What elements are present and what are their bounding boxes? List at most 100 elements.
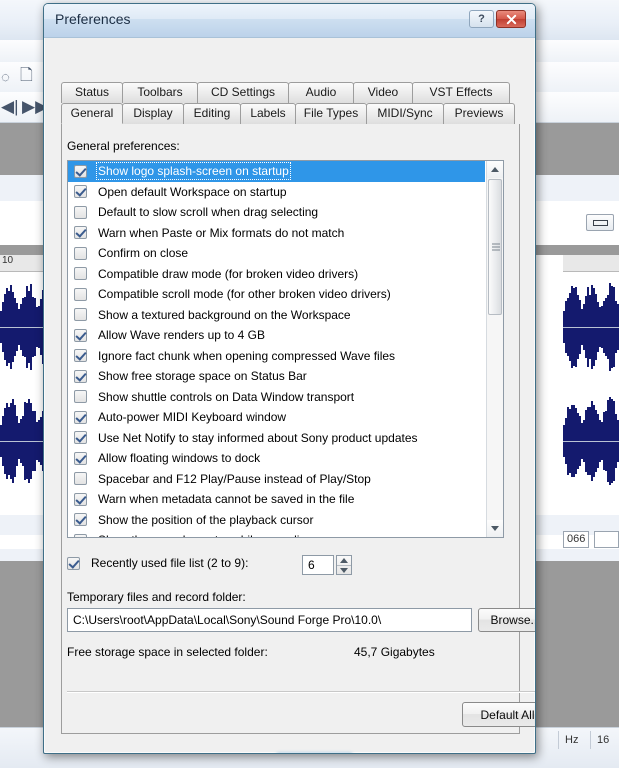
browse-button[interactable]: Browse... <box>478 608 535 632</box>
preference-option-row[interactable]: Spacebar and F12 Play/Pause instead of P… <box>68 469 485 490</box>
checkbox-unchecked-icon[interactable] <box>74 472 87 486</box>
tab-label: Toolbars <box>137 85 183 99</box>
preference-option-label: Show free storage space on Status Bar <box>98 369 307 384</box>
tab-labels[interactable]: Labels <box>240 103 296 124</box>
tab-label: Status <box>74 85 110 99</box>
recent-files-stepper-value[interactable]: 6 <box>302 555 334 575</box>
checkbox-unchecked-icon[interactable] <box>74 390 87 404</box>
preference-option-label: Show the record counter while recording <box>98 533 313 537</box>
status-sample-rate: Hz <box>558 731 590 749</box>
checkbox-unchecked-icon[interactable] <box>74 308 87 322</box>
checkbox-checked-icon[interactable] <box>74 328 87 342</box>
checkbox-unchecked-icon[interactable] <box>74 287 87 301</box>
checkbox-checked-icon[interactable] <box>74 451 87 465</box>
tab-vst-effects[interactable]: VST Effects <box>412 82 510 103</box>
preference-option-label: Spacebar and F12 Play/Pause instead of P… <box>98 471 371 486</box>
preference-option-label: Confirm on close <box>98 246 189 261</box>
checkbox-checked-icon[interactable] <box>74 349 87 363</box>
preference-option-row[interactable]: Open default Workspace on startup <box>68 182 485 203</box>
media-open-icon[interactable]: ◌ <box>1 70 10 85</box>
divider <box>67 691 535 693</box>
stepper-down-button[interactable] <box>337 566 351 575</box>
tab-general[interactable]: General <box>61 103 123 124</box>
preference-option-row[interactable]: Allow Wave renders up to 4 GB <box>68 325 485 346</box>
tab-status[interactable]: Status <box>61 82 123 103</box>
preference-option-row[interactable]: Confirm on close <box>68 243 485 264</box>
tab-display[interactable]: Display <box>122 103 184 124</box>
recent-files-row[interactable]: Recently used file list (2 to 9): <box>67 556 248 570</box>
preference-option-row[interactable]: Show the position of the playback cursor <box>68 510 485 531</box>
tab-midi-sync[interactable]: MIDI/Sync <box>366 103 444 124</box>
dialog-title-bar[interactable]: Preferences ? <box>44 4 535 38</box>
checkbox-checked-icon[interactable] <box>74 164 87 178</box>
checkbox-checked-icon[interactable] <box>74 431 87 445</box>
chevron-up-icon <box>491 167 499 172</box>
tab-label: Display <box>133 106 173 120</box>
preference-option-row[interactable]: Allow floating windows to dock <box>68 448 485 469</box>
tab-label: VST Effects <box>429 85 493 99</box>
checkbox-checked-icon[interactable] <box>74 226 87 240</box>
preference-option-label: Open default Workspace on startup <box>98 184 287 199</box>
checkbox-checked-icon[interactable] <box>74 513 87 527</box>
free-space-label: Free storage space in selected folder: <box>67 645 268 659</box>
scrollbar-thumb[interactable] <box>488 179 502 315</box>
checkbox-unchecked-icon[interactable] <box>74 267 87 281</box>
preference-option-row[interactable]: Warn when metadata cannot be saved in th… <box>68 489 485 510</box>
preference-option-row[interactable]: Compatible scroll mode (for other broken… <box>68 284 485 305</box>
app-position-field[interactable]: 066 <box>563 531 589 548</box>
checkbox-unchecked-icon[interactable] <box>74 246 87 260</box>
checkbox-checked-icon[interactable] <box>74 492 87 506</box>
preference-option-label: Use Net Notify to stay informed about So… <box>98 430 418 445</box>
preference-option-row[interactable]: Show logo splash-screen on startup <box>68 161 485 182</box>
free-space-value: 45,7 Gigabytes <box>354 645 435 659</box>
checkbox-checked-icon[interactable] <box>74 185 87 199</box>
preference-option-row[interactable]: Use Net Notify to stay informed about So… <box>68 428 485 449</box>
checkbox-checked-icon[interactable] <box>74 533 87 537</box>
restore-window-icon[interactable] <box>586 214 614 231</box>
preference-option-row[interactable]: Compatible draw mode (for broken video d… <box>68 264 485 285</box>
tab-editing[interactable]: Editing <box>183 103 241 124</box>
media-new-icon[interactable]: 🗋 <box>20 68 33 84</box>
preference-option-label: Ignore fact chunk when opening compresse… <box>98 348 396 363</box>
preference-option-row[interactable]: Show free storage space on Status Bar <box>68 366 485 387</box>
recent-files-stepper-buttons[interactable] <box>336 555 352 575</box>
tab-file-types[interactable]: File Types <box>295 103 367 124</box>
dialog-title: Preferences <box>55 11 131 27</box>
temp-folder-label: Temporary files and record folder: <box>67 590 246 604</box>
recent-files-checkbox[interactable] <box>67 556 80 570</box>
list-scrollbar[interactable] <box>486 161 503 537</box>
ok-button[interactable]: Aceptar <box>276 753 353 754</box>
checkbox-checked-icon[interactable] <box>74 410 87 424</box>
preference-option-row[interactable]: Show a textured background on the Worksp… <box>68 305 485 326</box>
app-position-field-2[interactable] <box>594 531 619 548</box>
preference-option-row[interactable]: Warn when Paste or Mix formats do not ma… <box>68 223 485 244</box>
scroll-down-button[interactable] <box>487 520 503 537</box>
tab-label: MIDI/Sync <box>377 106 433 120</box>
cancel-button[interactable]: Cancelar <box>362 753 439 754</box>
preferences-list[interactable]: Show logo splash-screen on startup Open d… <box>67 160 504 538</box>
temp-folder-input[interactable]: C:\Users\root\AppData\Local\Sony\Sound F… <box>67 608 472 632</box>
general-preferences-label: General preferences: <box>67 139 180 153</box>
preference-option-row[interactable]: Show shuttle controls on Data Window tra… <box>68 387 485 408</box>
tab-toolbars[interactable]: Toolbars <box>122 82 198 103</box>
apply-button[interactable]: Aplicar <box>448 753 525 754</box>
preference-option-row[interactable]: Ignore fact chunk when opening compresse… <box>68 346 485 367</box>
close-button[interactable] <box>496 10 526 28</box>
checkbox-unchecked-icon[interactable] <box>74 205 87 219</box>
tab-previews[interactable]: Previews <box>443 103 515 124</box>
tab-audio[interactable]: Audio <box>288 82 354 103</box>
preference-option-row[interactable]: Auto-power MIDI Keyboard window <box>68 407 485 428</box>
scroll-up-button[interactable] <box>487 161 503 178</box>
preference-option-row[interactable]: Show the record counter while recording <box>68 530 485 537</box>
checkbox-checked-icon[interactable] <box>74 369 87 383</box>
stepper-up-button[interactable] <box>337 556 351 566</box>
tab-cd-settings[interactable]: CD Settings <box>197 82 289 103</box>
help-button[interactable]: ? <box>469 10 494 28</box>
default-all-button[interactable]: Default All <box>462 702 535 727</box>
skip-back-icon[interactable]: ◀| <box>1 98 19 115</box>
tab-label: Previews <box>454 106 504 120</box>
preference-option-row[interactable]: Default to slow scroll when drag selecti… <box>68 202 485 223</box>
tab-row-bottom: General Display Editing Labels File Types MID… <box>61 103 520 124</box>
chevron-down-icon <box>491 526 499 531</box>
tab-video[interactable]: Video <box>353 82 413 103</box>
